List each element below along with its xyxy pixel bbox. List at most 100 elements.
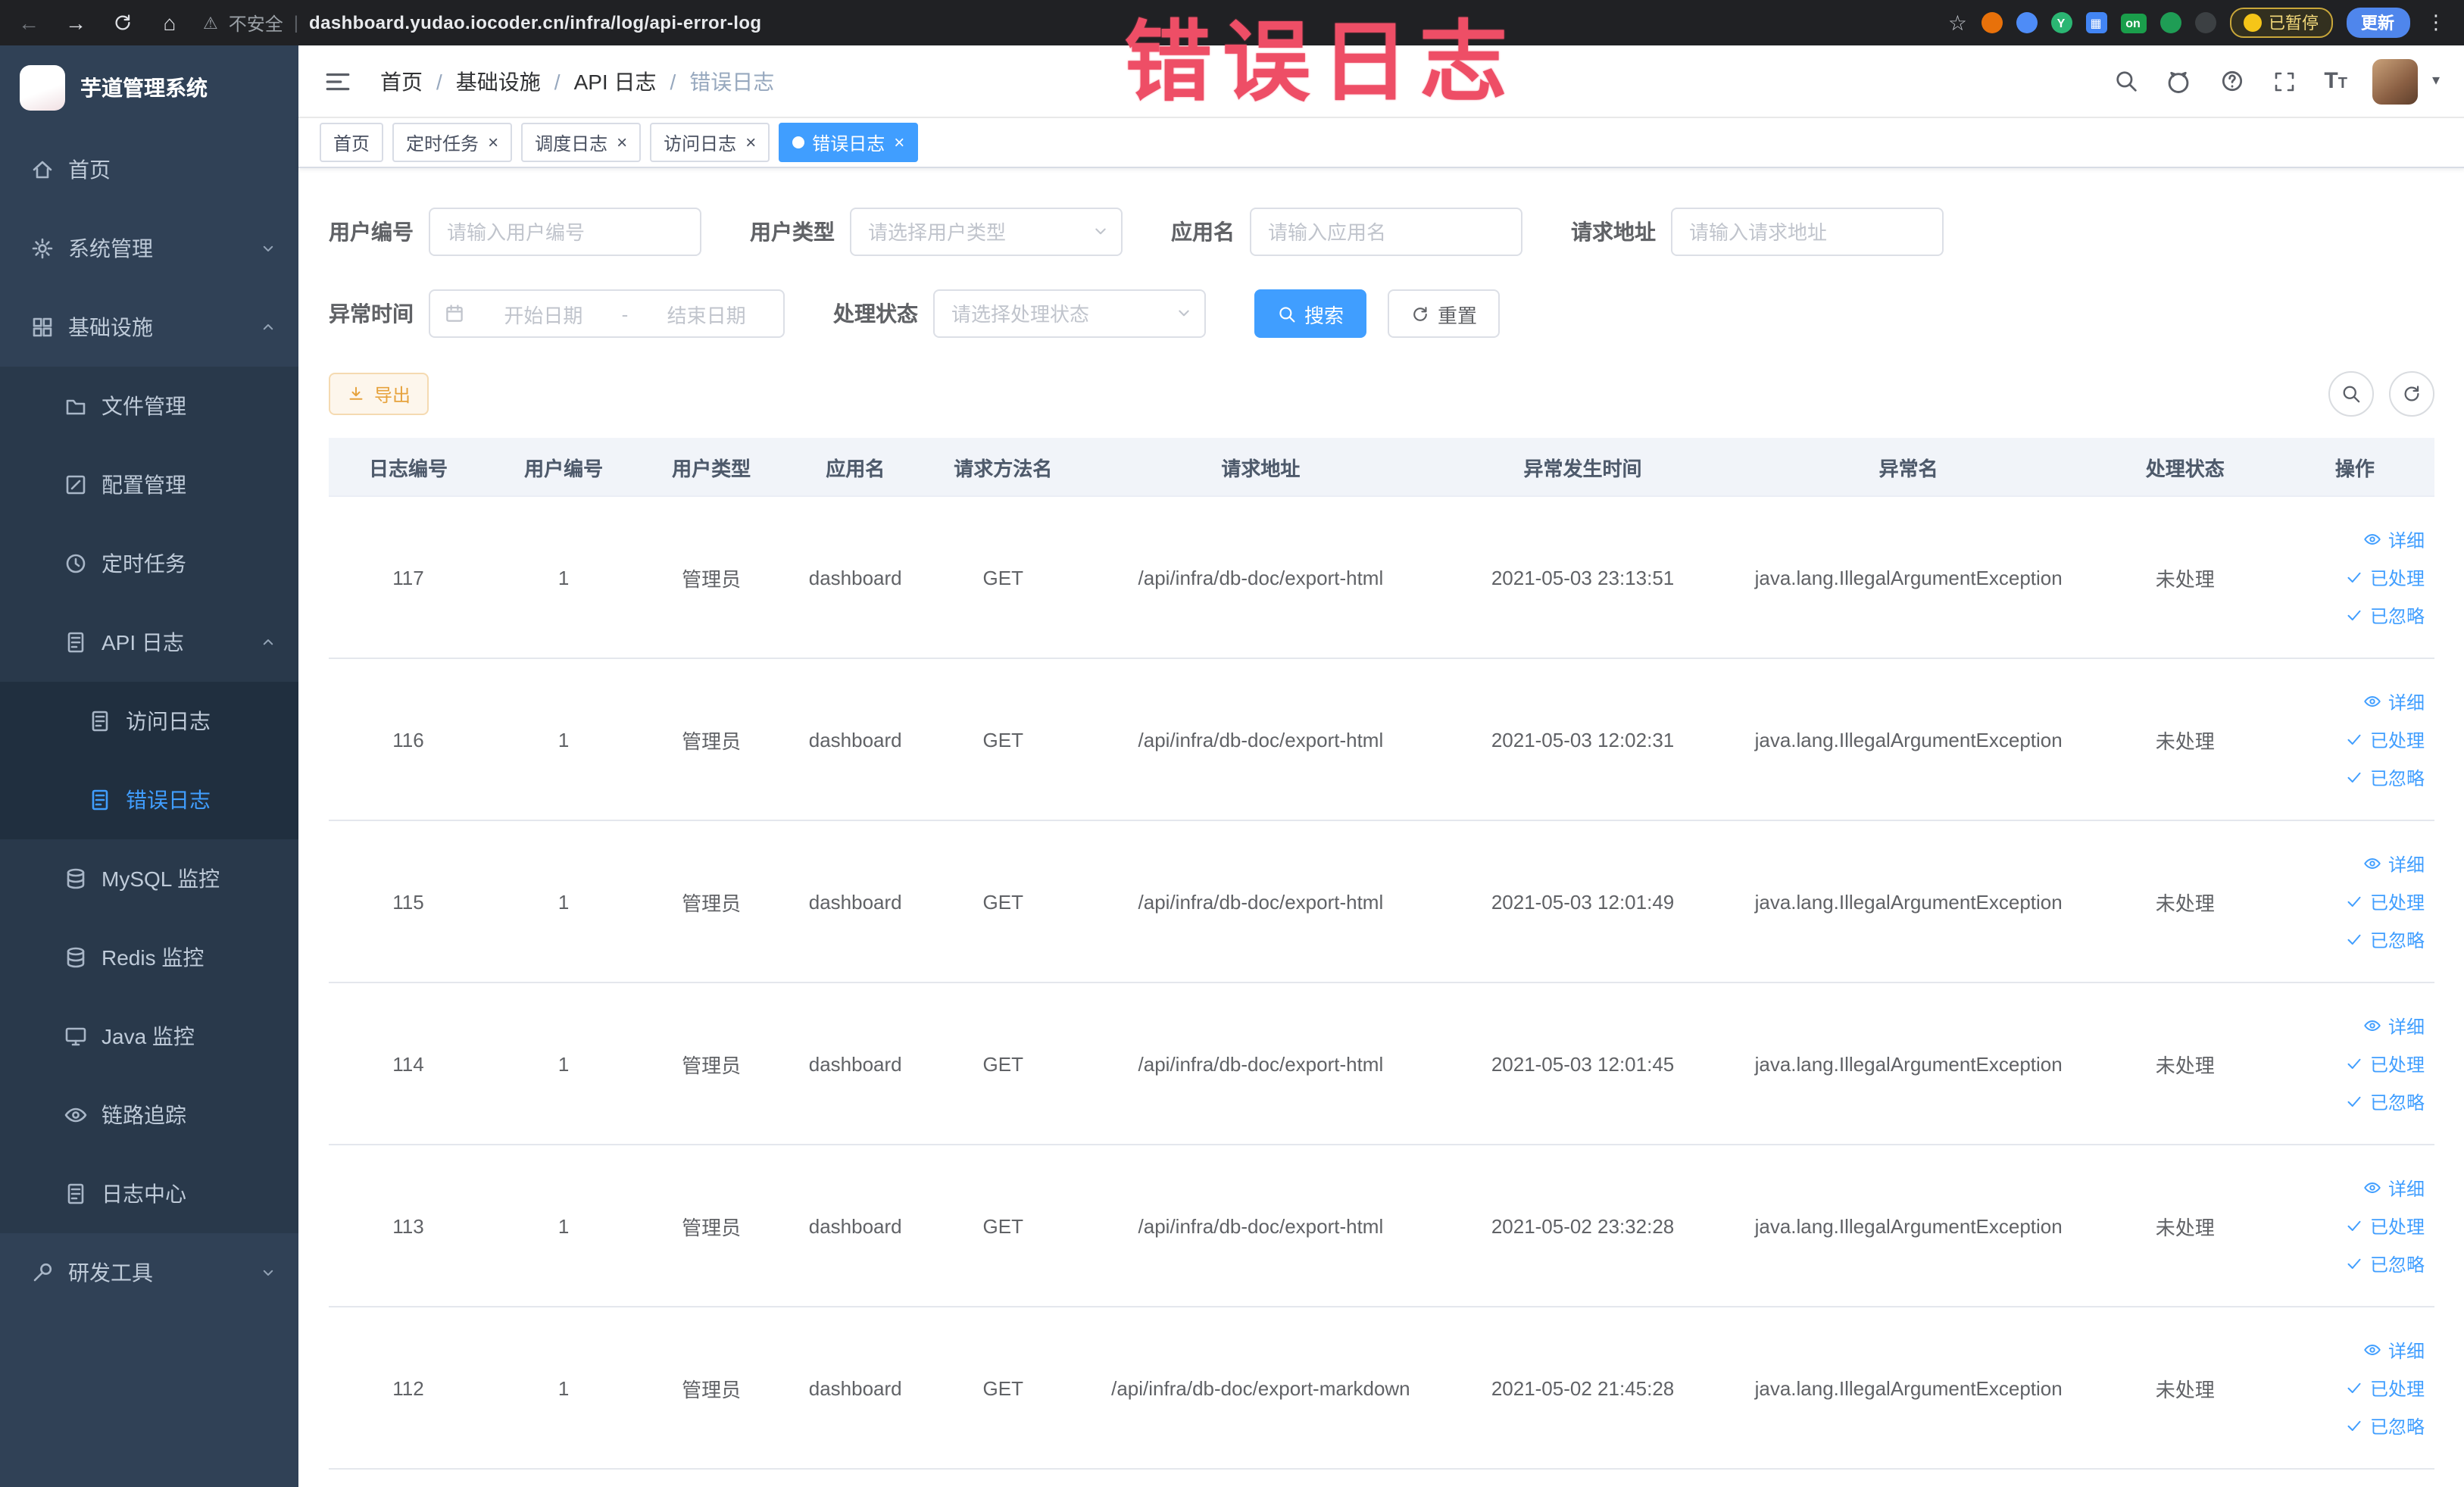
sidebar-item-redis-monitor[interactable]: Redis 监控	[0, 918, 298, 997]
export-button[interactable]: 导出	[329, 373, 429, 415]
fullscreen-icon[interactable]	[2271, 67, 2298, 95]
tab-close-icon[interactable]: ×	[894, 133, 904, 152]
reload-button[interactable]	[109, 9, 136, 36]
sidebar-item-config-mgmt[interactable]: 配置管理	[0, 445, 298, 524]
filter-row-2: 异常时间 开始日期 - 结束日期 处理状态 请选择处理状态 搜索 重置	[329, 289, 2434, 338]
font-size-icon[interactable]: TT	[2324, 70, 2347, 92]
sidebar-item-trace[interactable]: 链路追踪	[0, 1076, 298, 1154]
extension-green-icon[interactable]: Y	[2050, 12, 2072, 33]
sidebar-item-home[interactable]: 首页	[0, 130, 298, 209]
address-bar[interactable]: ⚠ 不安全 | dashboard.yudao.iocoder.cn/infra…	[203, 10, 1928, 36]
bookmark-star-icon[interactable]: ☆	[1948, 10, 1967, 36]
page-content: 用户编号 用户类型 应用名 请求	[298, 168, 2464, 1487]
processed-link[interactable]: 已处理	[2285, 1207, 2425, 1245]
sidebar-collapse-icon[interactable]	[323, 66, 353, 96]
github-icon[interactable]	[2165, 67, 2192, 95]
processed-link[interactable]: 已处理	[2285, 1369, 2425, 1407]
forward-button[interactable]: →	[62, 9, 89, 36]
detail-link[interactable]: 详细	[2285, 1331, 2425, 1369]
tab-close-icon[interactable]: ×	[488, 133, 498, 152]
table-row: 114 1 管理员 dashboard GET/api/infra/db-doc/exp…	[329, 982, 2434, 1145]
app-logo[interactable]: 芋道管理系统	[0, 45, 298, 130]
sidebar-item-label: 文件管理	[101, 394, 186, 418]
ignored-link[interactable]: 已忽略	[2285, 1082, 2425, 1120]
tab-schedule-log[interactable]: 调度日志 ×	[521, 123, 642, 162]
extension-paw-icon[interactable]	[2194, 12, 2216, 33]
process-status-select[interactable]	[933, 289, 1206, 338]
detail-link[interactable]: 详细	[2285, 520, 2425, 558]
extension-orange-icon[interactable]	[1981, 12, 2002, 33]
sidebar-item-dev-tools[interactable]: 研发工具	[0, 1233, 298, 1312]
tab-close-icon[interactable]: ×	[617, 133, 627, 152]
sidebar-item-infrastructure[interactable]: 基础设施	[0, 288, 298, 367]
cell-app: dashboard	[783, 982, 928, 1145]
filter-exception-time: 异常时间 开始日期 - 结束日期	[329, 289, 785, 338]
ignored-link[interactable]: 已忽略	[2285, 1407, 2425, 1445]
paused-button[interactable]: 已暂停	[2229, 8, 2332, 38]
detail-link[interactable]: 详细	[2285, 845, 2425, 883]
caret-down-icon[interactable]: ▾	[2432, 73, 2440, 89]
request-url-input[interactable]	[1671, 208, 1944, 256]
extension-grid-icon[interactable]: ▦	[2085, 12, 2106, 33]
processed-link[interactable]: 已处理	[2285, 558, 2425, 596]
update-button[interactable]: 更新	[2346, 8, 2409, 38]
refresh-table-button[interactable]	[2388, 371, 2434, 417]
search-icon[interactable]	[2112, 67, 2139, 95]
back-button[interactable]: ←	[15, 9, 42, 36]
breadcrumb-item[interactable]: 基础设施	[456, 66, 541, 96]
sidebar-item-api-log[interactable]: API 日志	[0, 603, 298, 682]
breadcrumb-item[interactable]: 首页	[380, 66, 423, 96]
user-type-select[interactable]	[850, 208, 1123, 256]
user-type-select-input[interactable]	[850, 208, 1123, 256]
refresh-icon	[1410, 304, 1430, 323]
processed-link[interactable]: 已处理	[2285, 883, 2425, 920]
column-header: 用户编号	[488, 438, 640, 497]
sidebar-item-scheduled-task[interactable]: 定时任务	[0, 524, 298, 603]
user-id-input[interactable]	[429, 208, 701, 256]
sidebar-item-file-mgmt[interactable]: 文件管理	[0, 367, 298, 445]
tab-access-log[interactable]: 访问日志 ×	[650, 123, 770, 162]
tab-scheduled-task[interactable]: 定时任务 ×	[392, 123, 513, 162]
app-name-input[interactable]	[1250, 208, 1522, 256]
sidebar-item-error-log[interactable]: 错误日志	[0, 761, 298, 839]
check-icon	[2346, 1217, 2364, 1235]
cell-url: /api/infra/db-doc/export-html	[1079, 820, 1443, 983]
search-button[interactable]: 搜索	[1254, 289, 1367, 338]
date-range-picker[interactable]: 开始日期 - 结束日期	[429, 289, 785, 338]
ignored-link[interactable]: 已忽略	[2285, 596, 2425, 634]
avatar[interactable]	[2372, 58, 2419, 104]
ignored-link[interactable]: 已忽略	[2285, 758, 2425, 796]
browser-home-button[interactable]: ⌂	[156, 9, 183, 36]
reset-button[interactable]: 重置	[1388, 289, 1501, 338]
sidebar-item-access-log[interactable]: 访问日志	[0, 682, 298, 761]
ignored-link[interactable]: 已忽略	[2285, 920, 2425, 958]
check-icon	[2346, 730, 2364, 748]
sidebar-item-mysql-monitor[interactable]: MySQL 监控	[0, 839, 298, 918]
cell-method: GET	[927, 658, 1079, 821]
processed-link[interactable]: 已处理	[2285, 720, 2425, 758]
tab-home[interactable]: 首页	[320, 123, 384, 162]
cell-time: 2021-05-03 23:13:51	[1442, 496, 1723, 659]
filter-request-url: 请求地址	[1571, 208, 1944, 256]
cell-user-type: 管理员	[639, 1145, 784, 1307]
sidebar-item-log-center[interactable]: 日志中心	[0, 1154, 298, 1233]
help-icon[interactable]	[2218, 67, 2245, 95]
processed-link[interactable]: 已处理	[2285, 1045, 2425, 1082]
sidebar-item-system-mgmt[interactable]: 系统管理	[0, 209, 298, 288]
process-status-select-input[interactable]	[933, 289, 1206, 338]
detail-link[interactable]: 详细	[2285, 683, 2425, 720]
tab-close-icon[interactable]: ×	[745, 133, 756, 152]
toggle-search-button[interactable]	[2328, 371, 2373, 417]
detail-link[interactable]: 详细	[2285, 1007, 2425, 1045]
breadcrumb-item[interactable]: API 日志	[574, 66, 657, 96]
ignored-link[interactable]: 已忽略	[2285, 1245, 2425, 1282]
tab-error-log[interactable]: 错误日志 ×	[779, 123, 919, 162]
extension-on-badge[interactable]: on	[2120, 13, 2146, 33]
detail-link[interactable]: 详细	[2285, 1169, 2425, 1207]
extension-drop-icon[interactable]	[2016, 12, 2037, 33]
extension-leaf-icon[interactable]	[2160, 12, 2181, 33]
cell-url: /api/infra/db-doc/export-html	[1079, 496, 1443, 659]
cell-app: dashboard	[783, 820, 928, 983]
browser-menu-icon[interactable]: ⋮	[2423, 11, 2449, 35]
sidebar-item-java-monitor[interactable]: Java 监控	[0, 997, 298, 1076]
